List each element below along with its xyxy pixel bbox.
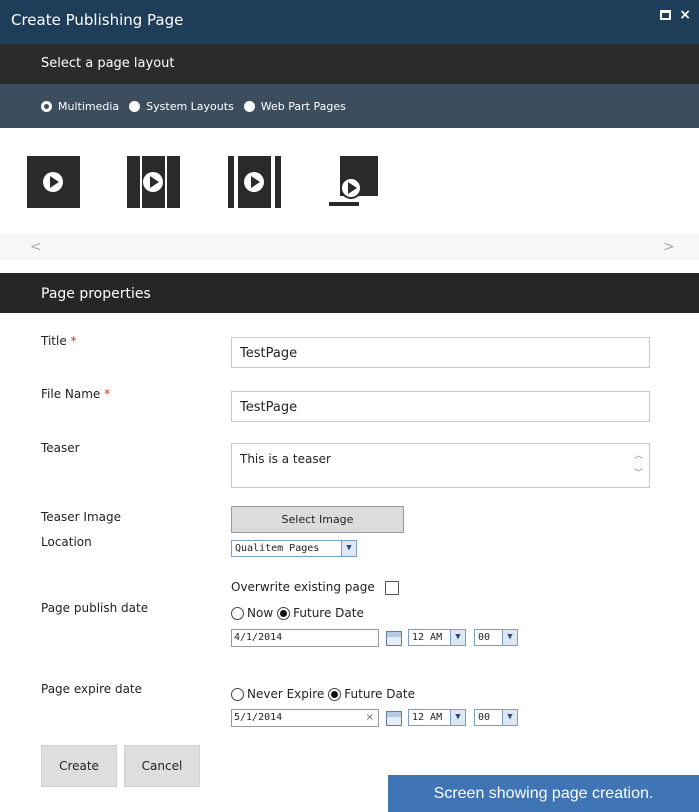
layout-group-radios: Multimedia System Layouts Web Part Pages	[0, 84, 699, 128]
teaser-label: Teaser	[41, 441, 80, 455]
publish-radio-group: Now Future Date	[231, 606, 364, 620]
overwrite-label: Overwrite existing page	[231, 580, 375, 594]
required-marker: *	[70, 334, 77, 348]
expire-hour-select[interactable]: 12 AM ▼	[408, 709, 466, 726]
teaser-value: This is a teaser	[240, 452, 331, 466]
calendar-icon[interactable]	[386, 711, 402, 726]
file-name-label: File Name *	[41, 387, 110, 401]
chevron-down-icon[interactable]: ▼	[450, 630, 465, 645]
calendar-icon[interactable]	[386, 631, 402, 646]
radio-publish-future[interactable]	[277, 606, 291, 620]
expire-date-label: Page expire date	[41, 682, 143, 696]
dialog-title: Create Publishing Page	[11, 11, 184, 29]
radio-icon[interactable]	[243, 100, 255, 112]
layout-thumbnail-multimedia-full[interactable]	[27, 156, 80, 208]
scroll-right-icon[interactable]: >	[663, 239, 675, 255]
publish-minute-select[interactable]: 00 ▼	[474, 629, 518, 646]
expire-radio-group: Never Expire Future Date	[231, 687, 415, 701]
radio-now-label: Now	[247, 606, 274, 620]
create-button[interactable]: Create	[41, 745, 117, 787]
select-image-button[interactable]: Select Image	[231, 506, 404, 533]
window-controls: ×	[660, 8, 691, 22]
title-label: Title *	[41, 334, 77, 348]
page-properties-title: Page properties	[41, 286, 151, 302]
title-label-text: Title	[41, 334, 67, 348]
publish-minute-value: 00	[478, 632, 491, 643]
expire-date-input[interactable]: 5/1/2014 ×	[231, 709, 379, 727]
file-name-input[interactable]: TestPage	[231, 391, 650, 422]
expire-minute-select[interactable]: 00 ▼	[474, 709, 518, 726]
expire-date-value: 5/1/2014	[234, 712, 283, 723]
radio-now[interactable]	[231, 606, 244, 620]
radio-publish-future-label: Future Date	[293, 606, 364, 620]
title-input[interactable]: TestPage	[231, 337, 650, 368]
location-value: Qualitem Pages	[235, 543, 320, 554]
required-marker: *	[104, 387, 111, 401]
maximize-icon[interactable]	[660, 10, 672, 20]
chevron-down-icon[interactable]: ▼	[502, 710, 517, 725]
radio-web-part-pages-label: Web Part Pages	[260, 99, 346, 113]
radio-never-expire-label: Never Expire	[247, 687, 325, 701]
publish-date-input[interactable]: 4/1/2014	[231, 629, 379, 647]
publish-hour-value: 12 AM	[412, 632, 443, 643]
radio-expire-future-label: Future Date	[344, 687, 415, 701]
close-icon[interactable]: ×	[679, 8, 691, 22]
layout-section-header: Select a page layout	[0, 44, 699, 84]
page-properties-header: Page properties	[0, 273, 699, 313]
select-layout-label: Select a page layout	[41, 56, 175, 71]
layout-thumbnail-multimedia-offset[interactable]	[325, 156, 378, 208]
radio-multimedia-label: Multimedia	[58, 99, 120, 113]
radio-icon[interactable]	[129, 100, 141, 112]
chevron-down-icon[interactable]: ▼	[450, 710, 465, 725]
chevron-down-icon[interactable]: ▼	[502, 630, 517, 645]
scroll-down-icon[interactable]: ﹀	[634, 465, 643, 483]
cancel-button[interactable]: Cancel	[124, 745, 200, 787]
location-select[interactable]: Qualitem Pages ▼	[231, 540, 357, 557]
radio-expire-future[interactable]	[328, 687, 342, 701]
expire-minute-value: 00	[478, 712, 491, 723]
radio-selected-icon[interactable]	[41, 100, 52, 112]
teaser-image-label: Teaser Image	[41, 510, 121, 524]
publish-date-label: Page publish date	[41, 601, 149, 615]
layout-scroll-row: < >	[0, 234, 699, 260]
publish-hour-select[interactable]: 12 AM ▼	[408, 629, 466, 646]
dialog-titlebar: Create Publishing Page ×	[0, 0, 699, 44]
file-name-label-text: File Name	[41, 387, 101, 401]
clear-icon[interactable]: ×	[366, 710, 374, 726]
layout-thumbnail-multimedia-center[interactable]	[127, 156, 180, 208]
radio-never-expire[interactable]	[231, 687, 244, 701]
radio-system-layouts[interactable]: System Layouts	[129, 100, 234, 113]
chevron-down-icon[interactable]: ▼	[341, 541, 356, 556]
teaser-textarea[interactable]: This is a teaser ︿ ﹀	[231, 443, 650, 488]
radio-web-part-pages[interactable]: Web Part Pages	[243, 99, 346, 113]
overwrite-checkbox[interactable]	[385, 581, 399, 595]
scroll-left-icon[interactable]: <	[30, 239, 42, 255]
radio-multimedia[interactable]: Multimedia	[41, 100, 119, 113]
location-label: Location	[41, 535, 92, 549]
screenshot-caption: Screen showing page creation.	[388, 775, 699, 812]
scroll-up-icon[interactable]: ︿	[634, 447, 643, 465]
expire-hour-value: 12 AM	[412, 712, 443, 723]
radio-system-layouts-label: System Layouts	[146, 99, 234, 113]
layout-thumbnail-multimedia-banded[interactable]	[228, 156, 281, 208]
textarea-scrollbar[interactable]: ︿ ﹀	[634, 447, 643, 483]
